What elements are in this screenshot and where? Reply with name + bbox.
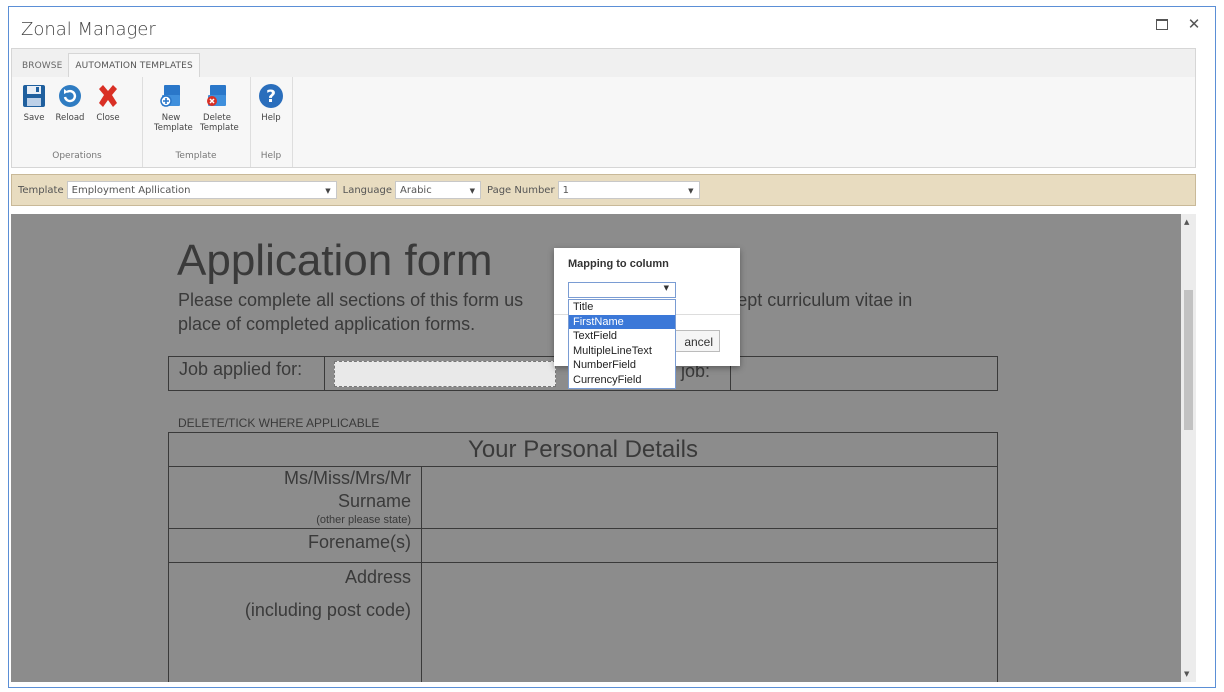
ribbon: BROWSE AUTOMATION TEMPLATES Save Reload … [11,48,1196,168]
group-label-template: Template [175,151,217,161]
group-template: New Template Delete Template Template [142,77,251,167]
option-multiplelinetext[interactable]: MultipleLineText [569,344,675,359]
delete-template-button[interactable]: Delete Template [200,83,239,133]
new-template-label-1: New [161,113,181,123]
page-number-value: 1 [562,185,569,196]
group-label-help: Help [260,151,282,161]
vertical-scrollbar[interactable]: ▲ ▼ [1181,214,1196,682]
delete-template-label-2: Template [200,123,239,133]
scroll-up-icon[interactable]: ▲ [1184,218,1189,226]
ribbon-tabs: BROWSE AUTOMATION TEMPLATES [12,49,1195,78]
intro-line2: place of completed application forms. [178,314,476,334]
tab-automation-templates[interactable]: AUTOMATION TEMPLATES [68,53,200,78]
dialog-title: Mapping to column [568,258,669,270]
chevron-down-icon: ▼ [325,187,331,195]
scroll-down-icon[interactable]: ▼ [1184,670,1189,678]
table-border [997,432,998,682]
job-applied-field-zone[interactable] [334,361,556,387]
delete-template-label-1: Delete [203,113,231,123]
other-state-label: (other please state) [316,514,411,526]
group-label-operations: Operations [52,151,102,161]
reload-button[interactable]: Reload [54,83,86,123]
table-border [421,466,422,682]
language-label: Language [342,184,392,196]
template-select[interactable]: Employment Apllication ▼ [66,181,337,199]
window-title: Zonal Manager [21,19,156,40]
document-title: Application form [177,236,493,285]
maximize-button[interactable] [1153,15,1171,33]
template-value: Employment Apllication [71,185,191,196]
language-value: Arabic [400,185,432,196]
chevron-down-icon: ▼ [688,187,694,195]
option-currencyfield[interactable]: CurrencyField [569,373,675,388]
new-template-icon [160,85,180,107]
page-number-label: Page Number [487,184,555,196]
close-icon: ✕ [1187,15,1201,33]
template-label: Template [18,184,64,196]
column-options-list: Title FirstName TextField MultipleLineTe… [568,299,676,389]
address-label: Address [344,567,411,587]
job-row-right-border [997,356,998,391]
group-help: ? Help Help [250,77,293,167]
close-button[interactable]: Close [92,83,124,123]
table-border [168,528,998,529]
table-border [168,466,998,467]
option-firstname[interactable]: FirstName [569,314,675,330]
option-textfield[interactable]: TextField [569,329,675,344]
job-row-divider [324,356,325,391]
column-select[interactable]: ▼ [568,282,676,298]
scrollbar-thumb[interactable] [1184,290,1193,430]
save-icon [23,85,45,107]
reload-icon [59,85,81,107]
delete-template-icon [207,85,226,106]
new-template-button[interactable]: New Template [154,83,193,133]
page-number-select[interactable]: 1 ▼ [557,181,700,199]
ms-label: Ms/Miss/Mrs/Mr [284,468,411,488]
close-x-icon [99,85,117,107]
option-title[interactable]: Title [569,300,675,315]
group-operations: Save Reload Close Operations [12,77,143,167]
job-applied-label: Job applied for: [179,359,303,379]
close-label: Close [96,113,120,123]
help-button[interactable]: ? Help [255,83,287,123]
save-label: Save [23,113,45,123]
table-border [168,432,998,433]
chevron-down-icon: ▼ [469,187,475,195]
svg-text:?: ? [266,87,276,107]
job-row-bottom-border [168,390,998,391]
help-icon: ? [259,84,283,108]
new-template-label-2: Template [154,123,193,133]
delete-tick-label: DELETE/TICK WHERE APPLICABLE [178,416,380,430]
surname-label: Surname [337,491,411,511]
option-numberfield[interactable]: NumberField [569,358,675,373]
intro-line1-left: Please complete all sections of this for… [178,290,524,310]
section-title: Your Personal Details [468,436,698,463]
reload-label: Reload [55,113,85,123]
help-label: Help [261,113,281,123]
template-toolbar: Template Employment Apllication ▼ Langua… [11,174,1196,206]
job-row-left-border [168,356,169,391]
postcode-label: (including post code) [244,600,411,620]
save-button[interactable]: Save [18,83,50,123]
chevron-down-icon: ▼ [663,284,669,292]
forename-label: Forename(s) [307,532,411,552]
maximize-icon [1156,18,1168,30]
window-controls: ✕ [1153,15,1203,33]
language-select[interactable]: Arabic ▼ [395,181,481,199]
close-window-button[interactable]: ✕ [1185,15,1203,33]
table-border [168,562,998,563]
ribbon-panel: Save Reload Close Operations New Templat… [12,77,1195,167]
tab-browse[interactable]: BROWSE [16,55,68,77]
